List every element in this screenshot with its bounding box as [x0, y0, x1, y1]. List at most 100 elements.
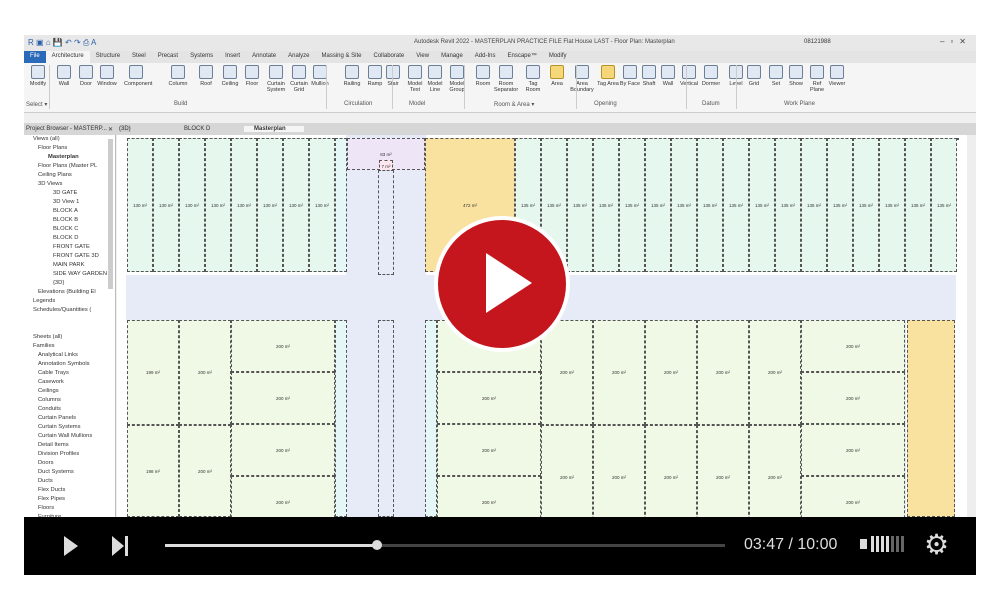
browser-item[interactable]: Curtain Wall Mullions	[24, 432, 115, 441]
seek-handle[interactable]	[371, 540, 382, 550]
lot[interactable]: 135 m²	[775, 138, 801, 272]
lot[interactable]: 200 m²	[541, 425, 593, 517]
browser-item[interactable]: Doors	[24, 459, 115, 468]
tab-insert[interactable]: Insert	[219, 51, 246, 63]
tab-add-ins[interactable]: Add-Ins	[469, 51, 502, 63]
browser-item[interactable]: Floor Plans (Master PL	[24, 162, 115, 171]
browser-item[interactable]: Flex Pipes	[24, 495, 115, 504]
volume-bar[interactable]	[886, 536, 889, 552]
browser-item[interactable]: BLOCK B	[24, 216, 115, 225]
lot[interactable]: 130 m²	[179, 138, 205, 272]
quick-access-toolbar[interactable]: R ▣ ⌂ 💾 ↶ ↷ ⎙ A	[24, 38, 96, 48]
browser-item[interactable]: Columns	[24, 396, 115, 405]
browser-item[interactable]	[24, 324, 115, 333]
tool-stair[interactable]: Stair	[381, 65, 405, 87]
browser-item[interactable]: Ducts	[24, 477, 115, 486]
browser-item[interactable]: Floor Plans	[24, 144, 115, 153]
tab-systems[interactable]: Systems	[184, 51, 219, 63]
tool-component[interactable]: Component	[124, 65, 152, 87]
tool-room[interactable]: Room	[471, 65, 495, 87]
lot[interactable]: 200 m²	[437, 424, 541, 476]
tab-annotate[interactable]: Annotate	[246, 51, 282, 63]
tool-railing[interactable]: Railing	[340, 65, 364, 87]
browser-item[interactable]: SIDE WAY GARDEN	[24, 270, 115, 279]
browser-item[interactable]: Flex Ducts	[24, 486, 115, 495]
lot[interactable]: 130 m²	[127, 138, 153, 272]
lot[interactable]: 200 m²	[179, 425, 231, 517]
tool-window[interactable]: Window	[95, 65, 119, 87]
scrollbar[interactable]	[108, 139, 113, 289]
lot[interactable]: 130 m²	[257, 138, 283, 272]
lot[interactable]: 135 m²	[567, 138, 593, 272]
lot[interactable]: 130 m²	[283, 138, 309, 272]
strip[interactable]	[335, 320, 347, 517]
browser-item[interactable]: Families	[24, 342, 115, 351]
tab-analyze[interactable]: Analyze	[282, 51, 315, 63]
browser-item[interactable]: Curtain Panels	[24, 414, 115, 423]
lot[interactable]: 199 m²	[127, 320, 179, 425]
lot[interactable]: 200 m²	[645, 425, 697, 517]
tool-grid[interactable]: Grid	[742, 65, 766, 87]
tab-masterplan[interactable]: Masterplan	[244, 126, 304, 132]
tool-viewer[interactable]: Viewer	[825, 65, 849, 87]
volume-bar[interactable]	[891, 536, 894, 552]
lot[interactable]: 200 m²	[749, 320, 801, 425]
browser-item[interactable]: BLOCK C	[24, 225, 115, 234]
browser-item[interactable]: FRONT GATE 3D	[24, 252, 115, 261]
browser-item[interactable]: 3D GATE	[24, 189, 115, 198]
browser-item[interactable]: Conduits	[24, 405, 115, 414]
lot[interactable]: 135 m²	[593, 138, 619, 272]
seek-bar[interactable]	[165, 540, 725, 550]
lot[interactable]: 200 m²	[697, 320, 749, 425]
tool-curtain-system[interactable]: Curtain System	[264, 65, 288, 93]
tool-floor[interactable]: Floor	[240, 65, 264, 87]
settings-gear-icon[interactable]: ⚙	[924, 529, 949, 561]
tool-tag-room[interactable]: Tag Room	[521, 65, 545, 93]
lot[interactable]: 200 m²	[801, 372, 905, 424]
browser-item[interactable]: Views (all)	[24, 135, 115, 144]
tab-precast[interactable]: Precast	[152, 51, 184, 63]
lot[interactable]: 200 m²	[437, 372, 541, 424]
strip[interactable]	[425, 320, 437, 517]
yellow-lot-right[interactable]	[907, 320, 955, 517]
tool-room-separator[interactable]: Room Separator	[494, 65, 518, 93]
tool-roof[interactable]: Roof	[194, 65, 218, 87]
tab-steel[interactable]: Steel	[126, 51, 152, 63]
lot[interactable]: 135 m²	[879, 138, 905, 272]
lot[interactable]: 130 m²	[309, 138, 335, 272]
browser-item[interactable]: FRONT GATE	[24, 243, 115, 252]
lot[interactable]: 200 m²	[801, 476, 905, 517]
browser-item[interactable]: Detail Items	[24, 441, 115, 450]
tab-collaborate[interactable]: Collaborate	[368, 51, 411, 63]
volume-bar[interactable]	[871, 536, 874, 552]
speaker-icon[interactable]	[860, 539, 867, 549]
lot[interactable]: 135 m²	[931, 138, 957, 272]
lot[interactable]: 200 m²	[541, 320, 593, 425]
tab-massing-site[interactable]: Massing & Site	[315, 51, 367, 63]
lot[interactable]: 200 m²	[179, 320, 231, 425]
lot[interactable]: 135 m²	[853, 138, 879, 272]
median[interactable]	[378, 320, 394, 517]
tool-modify[interactable]: Modify	[26, 65, 50, 87]
browser-item[interactable]: Masterplan	[24, 153, 115, 162]
lot[interactable]: 135 m²	[619, 138, 645, 272]
volume-control[interactable]	[860, 536, 904, 552]
tab-enscape-[interactable]: Enscape™	[501, 51, 542, 63]
tool-tag-area[interactable]: Tag Area	[596, 65, 620, 87]
browser-item[interactable]: Division Profiles	[24, 450, 115, 459]
next-icon[interactable]	[112, 536, 124, 556]
volume-bar[interactable]	[901, 536, 904, 552]
tab-modify[interactable]: Modify	[543, 51, 573, 63]
user-account[interactable]: 08121988	[804, 39, 831, 45]
tab-block-d[interactable]: BLOCK D	[184, 126, 210, 132]
lot[interactable]: 130 m²	[153, 138, 179, 272]
lot[interactable]: 130 m²	[231, 138, 257, 272]
lot[interactable]: 200 m²	[801, 424, 905, 476]
lot[interactable]: 200 m²	[231, 424, 335, 476]
window-controls[interactable]: –▫✕	[940, 37, 972, 46]
browser-item[interactable]: Elevations (Building El	[24, 288, 115, 297]
volume-bar[interactable]	[881, 536, 884, 552]
browser-item[interactable]: Ceiling Plans	[24, 171, 115, 180]
tab-3d[interactable]: (3D)	[119, 126, 131, 132]
volume-bar[interactable]	[876, 536, 879, 552]
